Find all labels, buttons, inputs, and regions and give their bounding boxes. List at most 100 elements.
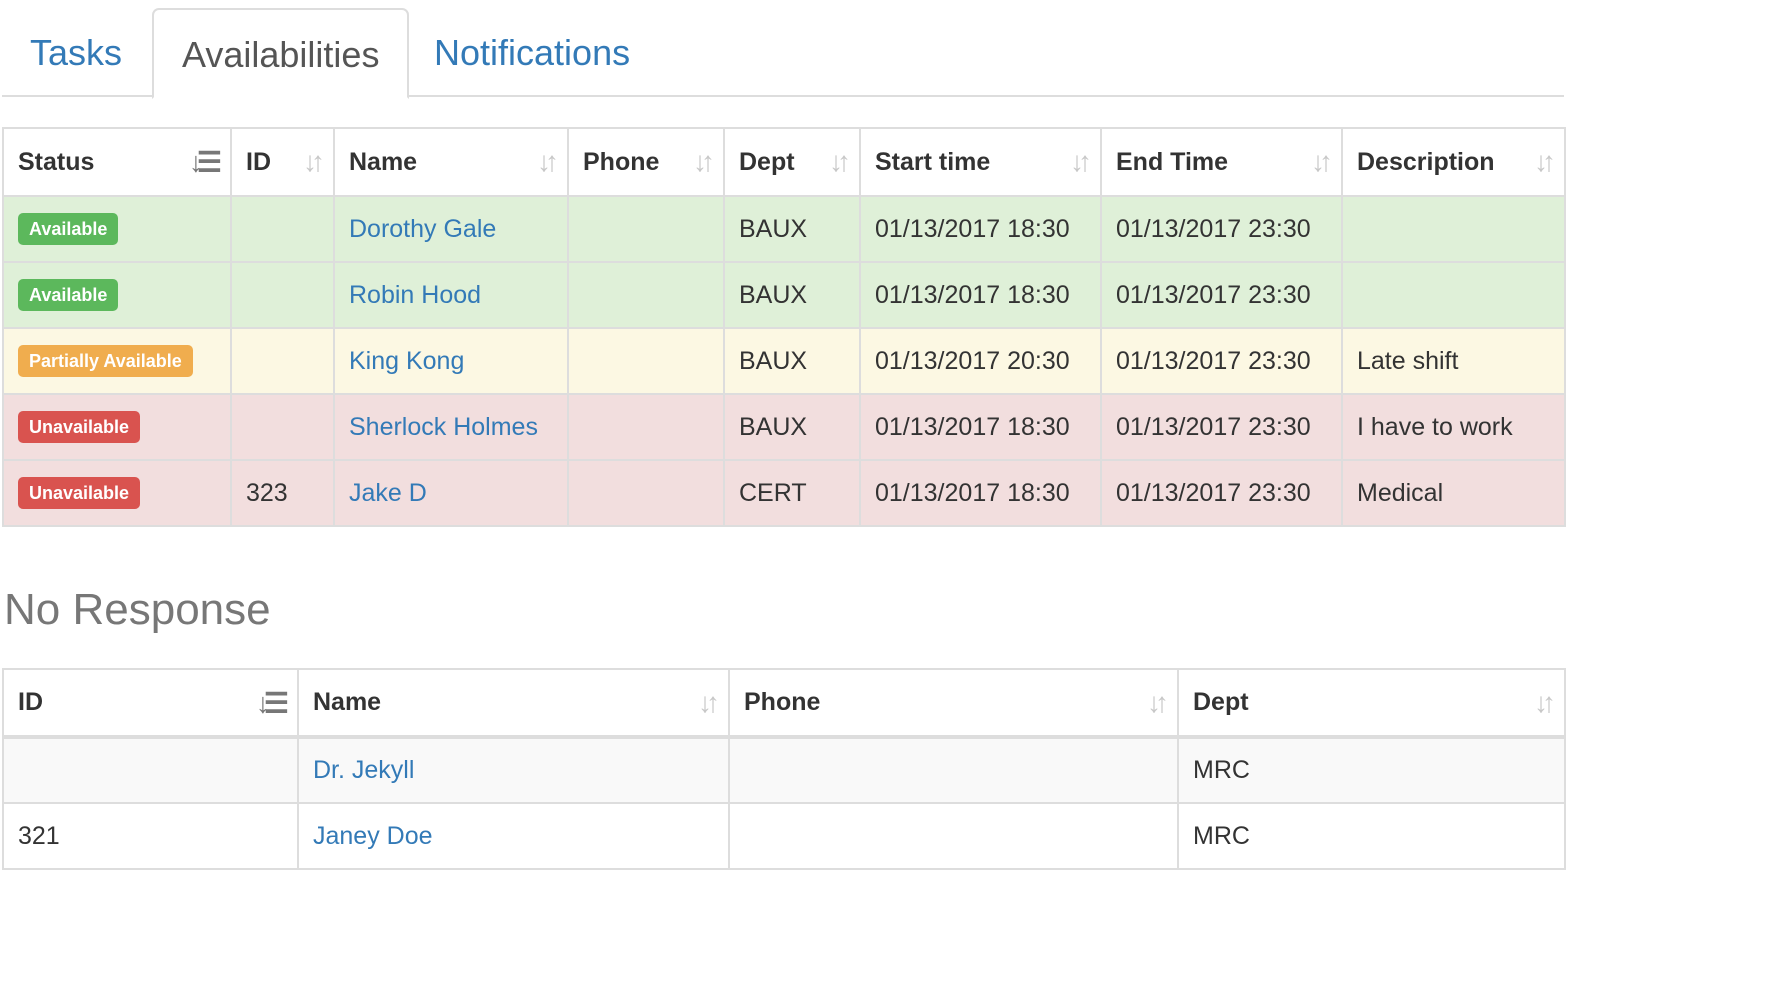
column-header-description[interactable]: Description ↓↑	[1341, 127, 1566, 197]
id-cell	[230, 195, 335, 263]
person-link[interactable]: Dr. Jekyll	[313, 756, 414, 784]
status-cell: Available	[2, 261, 232, 329]
dept-cell: MRC	[1177, 802, 1566, 870]
end-time-cell: 01/13/2017 23:30	[1100, 459, 1343, 527]
column-header-name[interactable]: Name ↓↑	[297, 668, 730, 739]
status-badge: Partially Available	[18, 345, 193, 377]
tab-availabilities[interactable]: Availabilities	[152, 8, 410, 99]
status-cell: Available	[2, 195, 232, 263]
sort-amount-icon: ↓☰	[255, 687, 289, 718]
tab-tasks[interactable]: Tasks	[2, 8, 150, 97]
phone-cell	[728, 802, 1179, 870]
table-row: Available Dorothy Gale BAUX 01/13/2017 1…	[2, 195, 1566, 263]
name-cell: King Kong	[333, 327, 569, 395]
name-cell: Jake D	[333, 459, 569, 527]
column-header-dept[interactable]: Dept ↓↑	[1177, 668, 1566, 739]
table-row: Unavailable 323 Jake D CERT 01/13/2017 1…	[2, 459, 1566, 527]
description-cell: Medical	[1341, 459, 1566, 527]
column-header-id[interactable]: ID ↓↑	[230, 127, 335, 197]
column-header-label: End Time	[1116, 147, 1229, 176]
column-header-end-time[interactable]: End Time ↓↑	[1100, 127, 1343, 197]
sort-arrows-icon: ↓↑	[1534, 686, 1556, 718]
start-time-cell: 01/13/2017 18:30	[859, 459, 1102, 527]
status-cell: Unavailable	[2, 459, 232, 527]
column-header-label: Start time	[875, 147, 991, 176]
start-time-cell: 01/13/2017 18:30	[859, 195, 1102, 263]
column-header-dept[interactable]: Dept ↓↑	[723, 127, 861, 197]
column-header-start-time[interactable]: Start time ↓↑	[859, 127, 1102, 197]
sort-arrows-icon: ↓↑	[537, 146, 559, 177]
description-cell: Late shift	[1341, 327, 1566, 395]
dept-cell: BAUX	[723, 393, 861, 461]
description-cell: I have to work	[1341, 393, 1566, 461]
column-header-label: ID	[246, 147, 271, 176]
column-header-phone[interactable]: Phone ↓↑	[567, 127, 725, 197]
id-cell	[230, 327, 335, 395]
table-row: Unavailable Sherlock Holmes BAUX 01/13/2…	[2, 393, 1566, 461]
sort-arrows-icon: ↓↑	[698, 686, 720, 718]
column-header-label: Name	[349, 147, 418, 176]
column-header-label: Dept	[1193, 688, 1249, 716]
id-cell: 321	[2, 802, 299, 870]
name-cell: Dr. Jekyll	[297, 736, 730, 804]
end-time-cell: 01/13/2017 23:30	[1100, 327, 1343, 395]
person-link[interactable]: Robin Hood	[349, 281, 481, 309]
table-row: 321 Janey Doe MRC	[2, 802, 1566, 870]
name-cell: Janey Doe	[297, 802, 730, 870]
phone-cell	[567, 261, 725, 329]
table-row: Dr. Jekyll MRC	[2, 736, 1566, 804]
start-time-cell: 01/13/2017 18:30	[859, 261, 1102, 329]
phone-cell	[567, 195, 725, 263]
dept-cell: MRC	[1177, 736, 1566, 804]
sort-arrows-icon: ↓↑	[829, 146, 851, 177]
status-badge: Unavailable	[18, 477, 141, 509]
table-row: Available Robin Hood BAUX 01/13/2017 18:…	[2, 261, 1566, 329]
sort-arrows-icon: ↓↑	[1534, 146, 1556, 177]
sort-arrows-icon: ↓↑	[303, 146, 325, 177]
column-header-name[interactable]: Name ↓↑	[333, 127, 569, 197]
sort-arrows-icon: ↓↑	[1070, 146, 1092, 177]
column-header-status[interactable]: Status ↓☰	[2, 127, 232, 197]
sort-arrows-icon: ↓↑	[1311, 146, 1333, 177]
column-header-label: Phone	[744, 688, 821, 716]
status-cell: Partially Available	[2, 327, 232, 395]
person-link[interactable]: Jake D	[349, 479, 427, 507]
sort-amount-icon: ↓☰	[188, 146, 222, 178]
status-badge: Available	[18, 279, 119, 311]
availability-table: Status ↓☰ ID ↓↑ Name ↓↑ Phone ↓↑ Dept ↓↑ Star…	[2, 127, 1566, 527]
column-header-label: ID	[18, 688, 43, 716]
tab-bar: Tasks Availabilities Notifications	[2, 8, 1564, 99]
id-cell	[230, 393, 335, 461]
phone-cell	[567, 327, 725, 395]
phone-cell	[567, 459, 725, 527]
end-time-cell: 01/13/2017 23:30	[1100, 393, 1343, 461]
no-response-table: ID ↓☰ Name ↓↑ Phone ↓↑ Dept ↓↑ Dr. Jekyll MR…	[2, 668, 1566, 870]
table-header-row: ID ↓☰ Name ↓↑ Phone ↓↑ Dept ↓↑	[2, 668, 1566, 739]
section-title-no-response: No Response	[4, 585, 271, 634]
person-link[interactable]: Dorothy Gale	[349, 215, 496, 243]
column-header-label: Description	[1357, 147, 1495, 176]
column-header-label: Name	[313, 688, 382, 716]
start-time-cell: 01/13/2017 20:30	[859, 327, 1102, 395]
column-header-phone[interactable]: Phone ↓↑	[728, 668, 1179, 739]
column-header-label: Phone	[583, 147, 660, 176]
dept-cell: BAUX	[723, 327, 861, 395]
name-cell: Dorothy Gale	[333, 195, 569, 263]
person-link[interactable]: Janey Doe	[313, 822, 433, 850]
table-row: Partially Available King Kong BAUX 01/13…	[2, 327, 1566, 395]
name-cell: Sherlock Holmes	[333, 393, 569, 461]
phone-cell	[728, 736, 1179, 804]
tab-notifications[interactable]: Notifications	[406, 8, 658, 97]
dept-cell: BAUX	[723, 195, 861, 263]
description-cell	[1341, 195, 1566, 263]
dept-cell: CERT	[723, 459, 861, 527]
person-link[interactable]: Sherlock Holmes	[349, 413, 538, 441]
status-cell: Unavailable	[2, 393, 232, 461]
sort-arrows-icon: ↓↑	[693, 146, 715, 177]
id-cell	[2, 736, 299, 804]
column-header-id[interactable]: ID ↓☰	[2, 668, 299, 739]
sort-arrows-icon: ↓↑	[1147, 686, 1169, 718]
column-header-label: Status	[18, 147, 95, 176]
person-link[interactable]: King Kong	[349, 347, 464, 375]
dept-cell: BAUX	[723, 261, 861, 329]
